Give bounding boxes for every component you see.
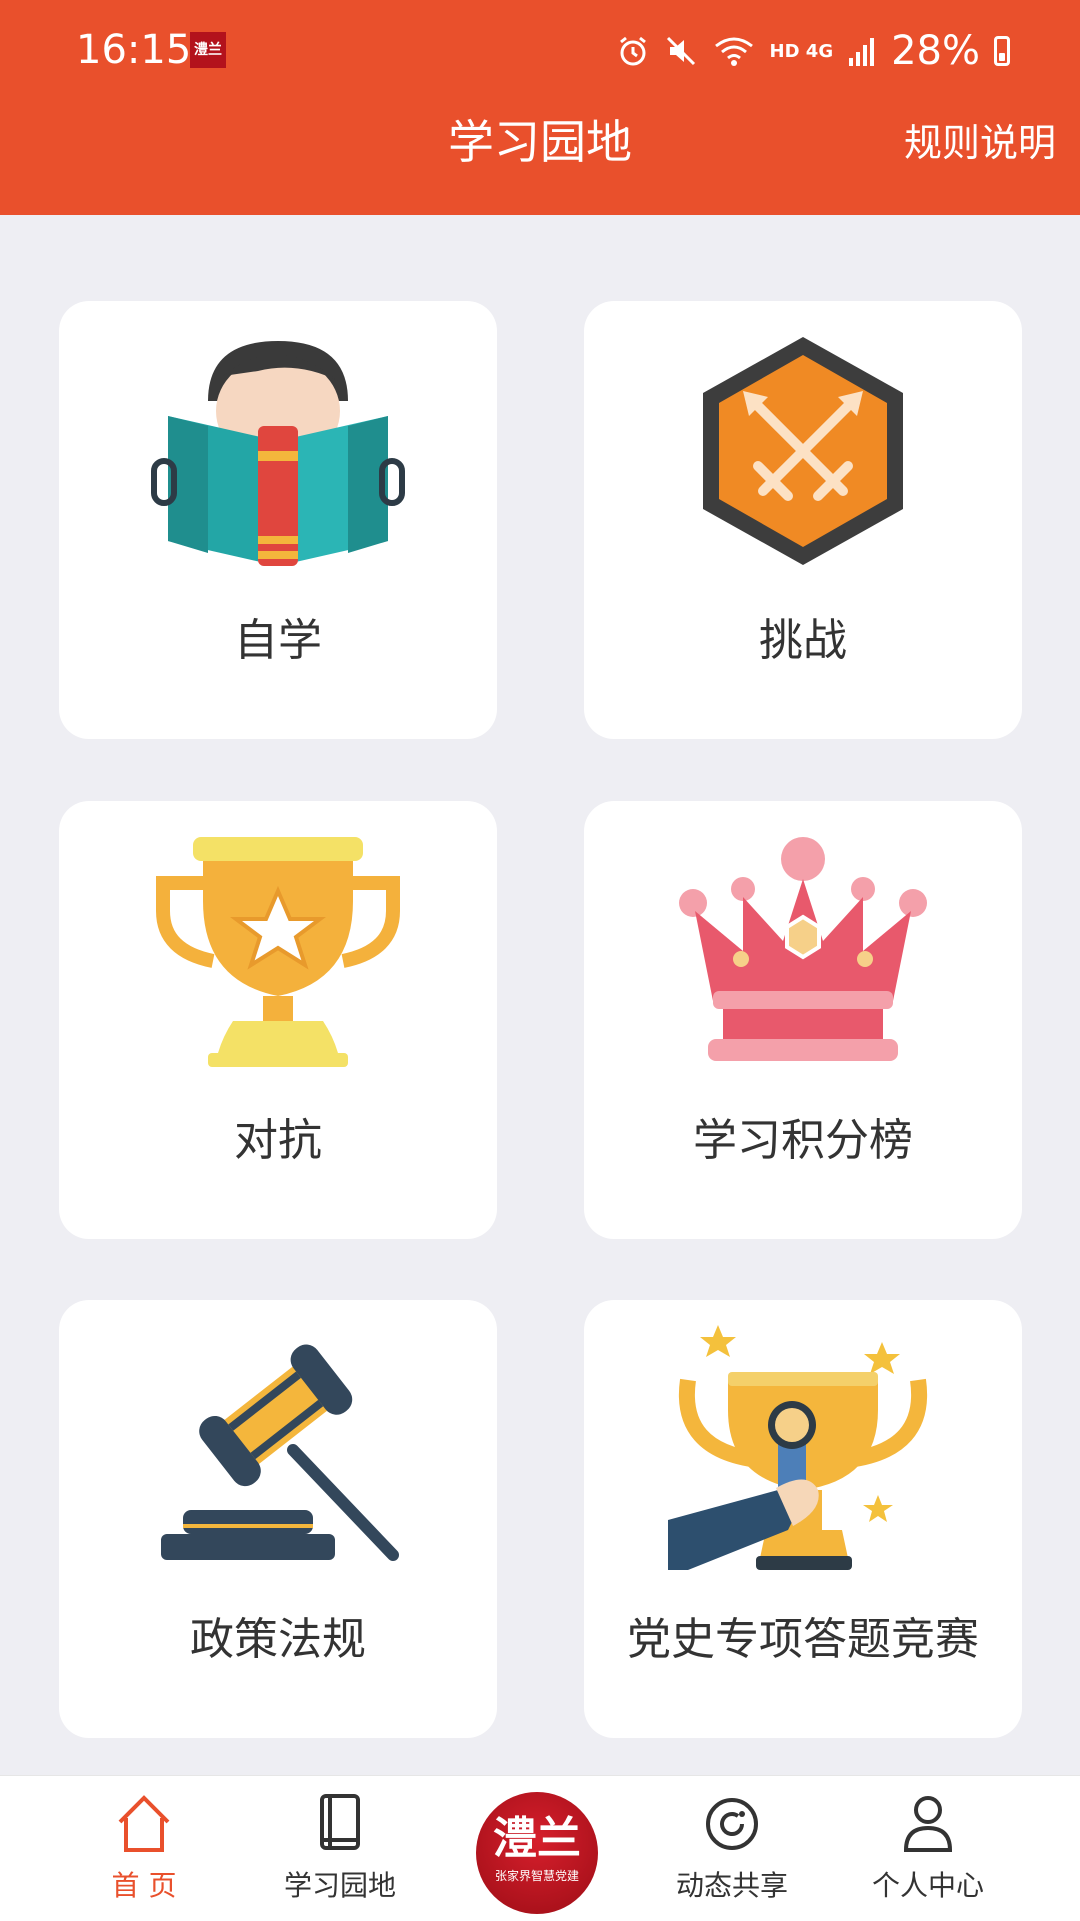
card-label: 学习积分榜: [693, 1115, 913, 1166]
card-party-history-quiz[interactable]: 党史专项答题竞赛: [584, 1300, 1022, 1738]
network-type: HD 4G: [769, 40, 834, 62]
center-logo-title: 澧兰: [493, 1813, 581, 1864]
app-header: 16:15 澧兰 HD 4G 28% 学习园地 规则说明: [0, 0, 1080, 215]
crossed-swords-badge-icon: [584, 331, 1022, 571]
share-icon: [706, 1798, 758, 1850]
alarm-icon: [616, 34, 650, 68]
wifi-icon: [712, 34, 756, 68]
card-versus[interactable]: 对抗: [59, 801, 497, 1239]
tab-home[interactable]: 首 页: [54, 1788, 234, 1918]
battery-icon: [994, 36, 1010, 66]
rules-button[interactable]: 规则说明: [904, 116, 1056, 170]
card-label: 自学: [234, 615, 322, 666]
card-label: 对抗: [234, 1115, 322, 1166]
tab-label: 学习园地: [283, 1869, 396, 1902]
book-icon: [320, 1794, 360, 1850]
person-icon: [903, 1796, 953, 1852]
card-label: 党史专项答题竞赛: [627, 1614, 979, 1665]
crown-icon: [584, 831, 1022, 1071]
tab-profile[interactable]: 个人中心: [838, 1788, 1018, 1918]
battery-percent: 28%: [891, 28, 980, 74]
card-label: 政策法规: [190, 1614, 366, 1665]
hand-trophy-medal-icon: [584, 1325, 1022, 1570]
card-challenge[interactable]: 挑战: [584, 301, 1022, 739]
card-label: 挑战: [759, 615, 847, 666]
tab-share[interactable]: 动态共享: [642, 1788, 822, 1918]
tab-label: 动态共享: [675, 1869, 788, 1902]
card-policy[interactable]: 政策法规: [59, 1300, 497, 1738]
mute-icon: [664, 34, 698, 68]
tab-study-garden[interactable]: 学习园地: [250, 1788, 430, 1918]
home-icon: [118, 1795, 170, 1852]
status-icons: HD 4G 28%: [616, 24, 1010, 78]
center-logo-subtitle: 张家界智慧党建: [494, 1869, 579, 1883]
status-time: 16:15: [76, 27, 192, 73]
reading-book-icon: [59, 331, 497, 571]
gavel-icon: [59, 1330, 497, 1570]
card-leaderboard[interactable]: 学习积分榜: [584, 801, 1022, 1239]
trophy-star-icon: [59, 831, 497, 1071]
tab-label: 个人中心: [871, 1869, 984, 1902]
status-app-badge: 澧兰: [190, 32, 226, 68]
tab-label: 首 页: [111, 1869, 177, 1902]
card-self-study[interactable]: 自学: [59, 301, 497, 739]
signal-icon: [847, 34, 877, 68]
center-logo-button[interactable]: 澧兰 张家界智慧党建: [476, 1792, 598, 1914]
